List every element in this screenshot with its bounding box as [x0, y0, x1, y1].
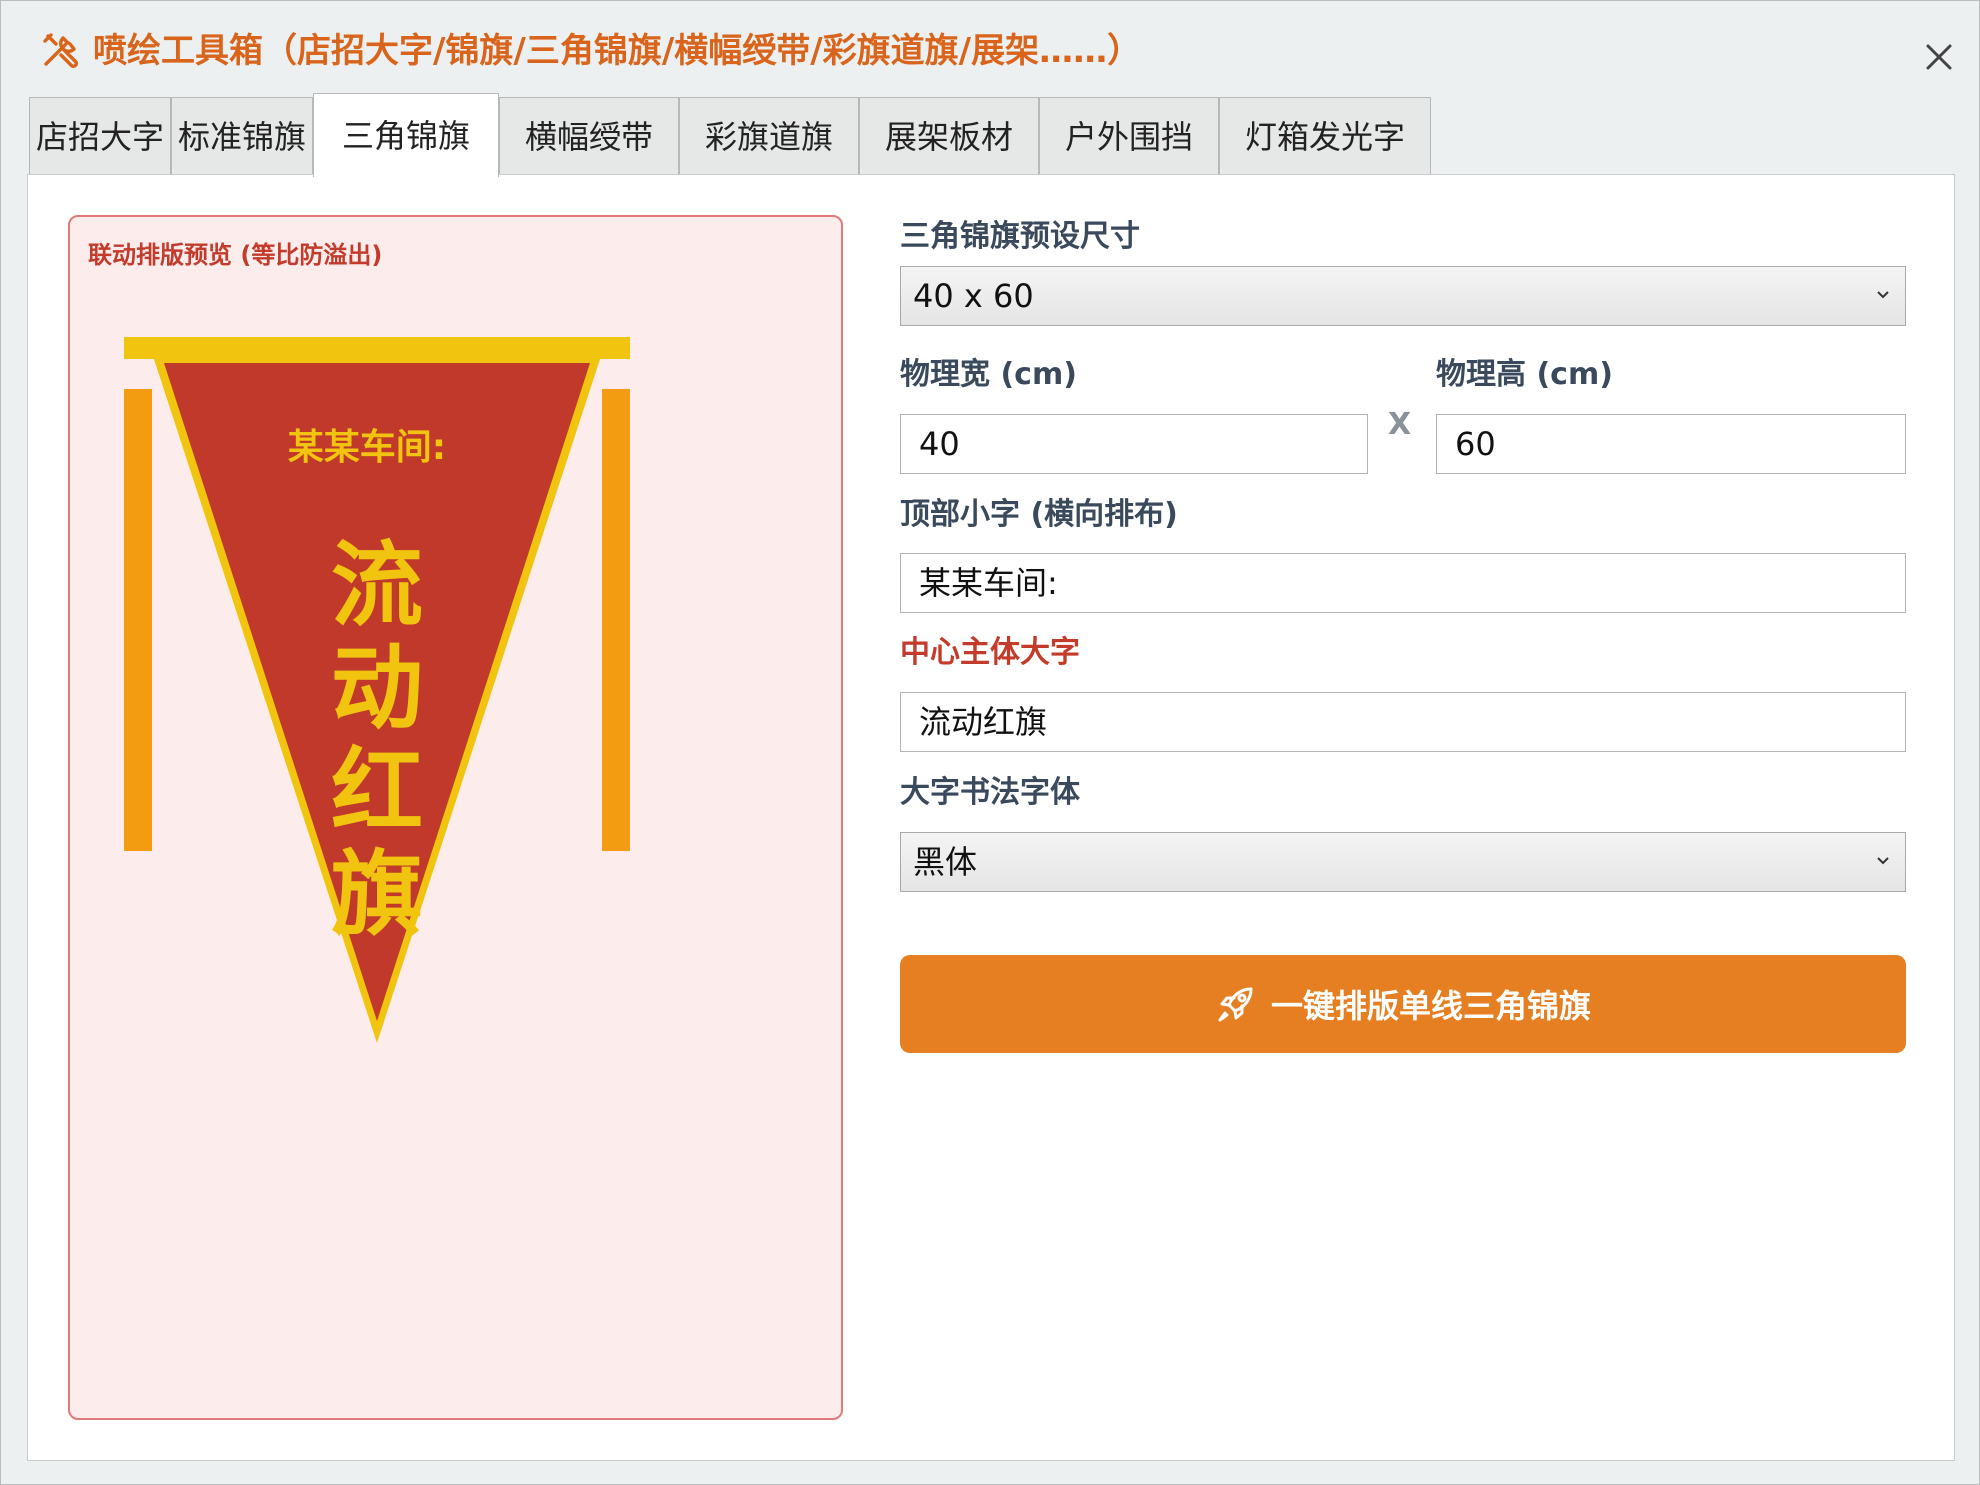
tools-icon: [43, 33, 78, 68]
height-label: 物理高 (cm): [1436, 357, 1613, 392]
height-input[interactable]: 60: [1436, 414, 1906, 474]
tab-triangle-pennant[interactable]: 三角锦旗: [313, 93, 499, 177]
pennant-main-char: 红: [331, 738, 423, 845]
top-text-label: 顶部小字 (横向排布): [900, 497, 1178, 532]
tab-outdoor-fence[interactable]: 户外围挡: [1039, 97, 1219, 175]
main-text-label: 中心主体大字: [900, 635, 1080, 670]
tab-display-stands[interactable]: 展架板材: [859, 97, 1039, 175]
tab-standard-pennant[interactable]: 标准锦旗: [171, 97, 313, 175]
pennant-top-text: 某某车间:: [288, 427, 446, 468]
pennant-main-char: 流: [331, 532, 423, 639]
preset-value: 40 x 60: [913, 277, 1034, 315]
app-window: 喷绘工具箱（店招大字/锦旗/三角锦旗/横幅绶带/彩旗道旗/展架……） 店招大字 …: [0, 0, 1980, 1485]
width-input[interactable]: 40: [900, 414, 1368, 474]
pennant-main-char: 动: [331, 635, 423, 742]
font-value: 黑体: [913, 843, 978, 881]
left-pole: [124, 389, 152, 851]
tab-color-flags[interactable]: 彩旗道旗: [679, 97, 859, 175]
width-label: 物理宽 (cm): [900, 357, 1077, 392]
tab-banner-sash[interactable]: 横幅绶带: [499, 97, 679, 175]
right-pole: [602, 389, 630, 851]
window-title: 喷绘工具箱（店招大字/锦旗/三角锦旗/横幅绶带/彩旗道旗/展架……）: [93, 31, 1142, 71]
preset-select[interactable]: 40 x 60: [900, 266, 1906, 326]
times-sign: X: [1388, 407, 1412, 442]
layout-pennant-button[interactable]: 一键排版单线三角锦旗: [900, 955, 1906, 1053]
chevron-down-icon: [1877, 857, 1889, 865]
pennant-main-char: 旗: [331, 841, 423, 948]
tab-lightbox-letters[interactable]: 灯箱发光字: [1219, 97, 1431, 175]
action-button-label: 一键排版单线三角锦旗: [1270, 987, 1591, 1025]
font-select[interactable]: 黑体: [900, 832, 1906, 892]
preview-panel: 联动排版预览 (等比防溢出) 某某车间: 流 动 红 旗: [68, 215, 843, 1420]
main-text-input[interactable]: 流动红旗: [900, 692, 1906, 752]
rocket-icon: [1218, 987, 1253, 1022]
tab-content: 联动排版预览 (等比防溢出) 某某车间: 流 动 红 旗 三角锦旗预设尺寸 40…: [27, 174, 1955, 1461]
close-icon[interactable]: [1919, 37, 1959, 77]
preset-label: 三角锦旗预设尺寸: [900, 219, 1140, 254]
tab-shop-sign[interactable]: 店招大字: [29, 97, 171, 175]
top-text-input[interactable]: 某某车间:: [900, 553, 1906, 613]
action-button-content: 一键排版单线三角锦旗: [900, 955, 1906, 1053]
chevron-down-icon: [1877, 291, 1889, 299]
font-label: 大字书法字体: [900, 775, 1080, 810]
title-bar: 喷绘工具箱（店招大字/锦旗/三角锦旗/横幅绶带/彩旗道旗/展架……）: [1, 1, 1979, 95]
pennant-preview: 某某车间: 流 动 红 旗: [124, 337, 630, 1043]
